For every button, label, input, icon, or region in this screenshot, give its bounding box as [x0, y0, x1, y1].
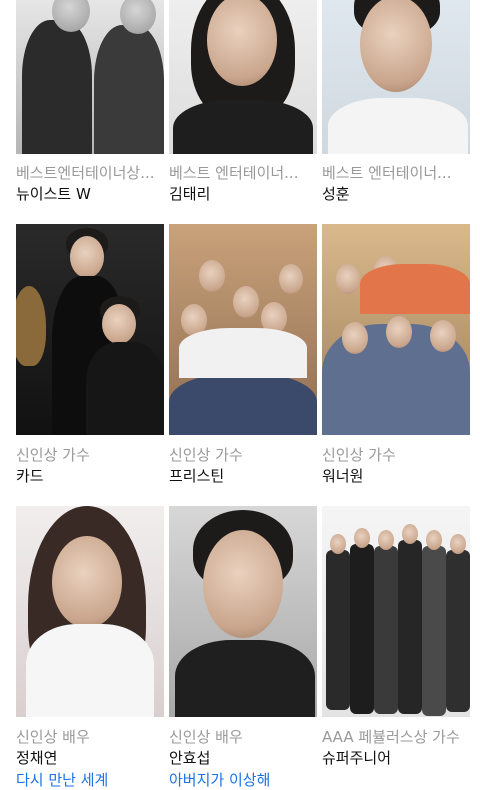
result-photo[interactable] — [169, 224, 317, 435]
award-category: 신인상 배우 — [169, 728, 243, 746]
winner-name[interactable]: 성훈 — [322, 183, 470, 205]
result-card[interactable]: 신인상 배우 안효섭 아버지가 이상해 — [169, 506, 317, 790]
results-grid: 베스트엔터테이너상... 뉴이스트 W 베스트 엔터테이너... 김태리 베스트… — [0, 0, 480, 790]
result-photo[interactable] — [169, 506, 317, 717]
award-category: AAA 페뷸러스상 가수 — [322, 728, 460, 746]
winner-name[interactable]: 카드 — [16, 465, 164, 487]
result-card[interactable]: 신인상 배우 정채연 다시 만난 세계 — [16, 506, 164, 790]
drama-link[interactable]: 아버지가 이상해 — [169, 769, 317, 790]
winner-name[interactable]: 슈퍼주니어 — [322, 747, 470, 769]
result-photo[interactable] — [322, 506, 470, 717]
winner-name[interactable]: 워너원 — [322, 465, 470, 487]
result-photo[interactable] — [322, 224, 470, 435]
drama-link[interactable]: 다시 만난 세계 — [16, 769, 164, 790]
result-photo[interactable] — [16, 0, 164, 154]
winner-name[interactable]: 뉴이스트 W — [16, 183, 164, 205]
award-category: 베스트 엔터테이너... — [322, 164, 452, 182]
winner-name[interactable]: 프리스틴 — [169, 465, 317, 487]
winner-name[interactable]: 안효섭 — [169, 747, 317, 769]
result-card[interactable]: 신인상 가수 카드 — [16, 224, 164, 487]
result-photo[interactable] — [16, 224, 164, 435]
award-category: 베스트 엔터테이너... — [169, 164, 299, 182]
result-card[interactable]: 베스트 엔터테이너... 김태리 — [169, 0, 317, 205]
result-card[interactable]: 베스트 엔터테이너... 성훈 — [322, 0, 470, 205]
award-category: 베스트엔터테이너상... — [16, 164, 155, 182]
result-photo[interactable] — [16, 506, 164, 717]
winner-name[interactable]: 정채연 — [16, 747, 164, 769]
award-category: 신인상 가수 — [169, 446, 243, 464]
winner-name[interactable]: 김태리 — [169, 183, 317, 205]
result-card[interactable]: AAA 페뷸러스상 가수 슈퍼주니어 — [322, 506, 470, 769]
award-category: 신인상 가수 — [322, 446, 396, 464]
award-category: 신인상 가수 — [16, 446, 90, 464]
result-card[interactable]: 베스트엔터테이너상... 뉴이스트 W — [16, 0, 164, 205]
result-card[interactable]: 신인상 가수 프리스틴 — [169, 224, 317, 487]
result-card[interactable]: 신인상 가수 워너원 — [322, 224, 470, 487]
result-photo[interactable] — [322, 0, 470, 154]
result-photo[interactable] — [169, 0, 317, 154]
award-category: 신인상 배우 — [16, 728, 90, 746]
